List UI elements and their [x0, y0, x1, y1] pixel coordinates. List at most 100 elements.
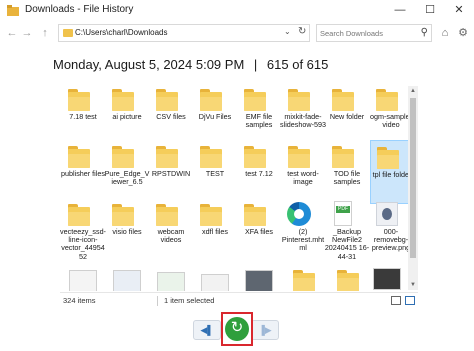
folder-icon: [156, 146, 178, 168]
item-label: _Backup NewFile2 20240415 16-44-31: [324, 227, 370, 261]
item-label: RPSTDWIN: [151, 169, 191, 178]
folder-item[interactable]: 7.18 test: [62, 83, 104, 147]
item-label: CSV files: [156, 112, 186, 121]
folder-icon[interactable]: [293, 270, 315, 291]
thumbnail-image[interactable]: [113, 270, 141, 291]
thumbnail-image[interactable]: [373, 268, 401, 290]
restore-button[interactable]: ↻: [225, 317, 249, 341]
folder-item[interactable]: New folder: [326, 83, 368, 147]
up-arrow-icon[interactable]: ↑: [37, 25, 53, 41]
file-item[interactable]: (2) Pinterest.mhtml: [282, 198, 324, 262]
image-file-icon: [376, 202, 398, 226]
item-label: 7.18 test: [69, 112, 97, 121]
item-label: Pure_Edge_Viewer_6.5: [104, 169, 150, 187]
folder-icon: [68, 89, 90, 111]
snapshot-info: Monday, August 5, 2024 5:09 PM | 615 of …: [53, 57, 328, 72]
folder-item[interactable]: EMF file samples: [238, 83, 280, 147]
folder-icon: [112, 89, 134, 111]
folder-item[interactable]: RPSTDWIN: [150, 140, 192, 204]
item-label: vecteezy_ssd-line-icon-vector_4495452: [60, 227, 106, 261]
title-bar: Downloads - File History — ☐ ✕: [0, 0, 474, 22]
folder-icon: [200, 89, 222, 111]
folder-icon: [288, 146, 310, 168]
back-arrow-icon[interactable]: ←: [4, 25, 20, 41]
refresh-icon[interactable]: ↻: [298, 26, 306, 37]
folder-icon[interactable]: [337, 270, 359, 291]
thumbnail-image[interactable]: [245, 270, 273, 291]
folder-item[interactable]: publisher files: [61, 140, 105, 204]
item-label: DjVu Files: [198, 112, 232, 121]
scroll-up-icon[interactable]: ▲: [408, 86, 418, 96]
folder-icon: [332, 89, 354, 111]
restore-icon: ↻: [230, 319, 244, 336]
item-label: EMF file samples: [245, 112, 273, 130]
restore-highlight: ↻: [221, 312, 253, 346]
maximize-button[interactable]: ☐: [415, 0, 445, 20]
details-view-icon[interactable]: [391, 296, 401, 305]
item-label: publisher files: [61, 169, 105, 178]
folder-item[interactable]: test 7.12: [238, 140, 280, 204]
folder-item[interactable]: TOD file samples: [326, 140, 368, 204]
selection-count: 1 item selected: [164, 296, 215, 305]
folder-icon: [112, 146, 134, 168]
folder-item[interactable]: Pure_Edge_Viewer_6.5: [104, 140, 150, 204]
folder-item[interactable]: TEST: [194, 140, 236, 204]
settings-gear-icon[interactable]: ⚙: [455, 25, 471, 41]
item-label: test word-image: [287, 169, 319, 187]
folder-item[interactable]: webcam videos: [150, 198, 192, 262]
folder-icon: [200, 204, 222, 226]
file-item[interactable]: PDF _Backup NewFile2 20240415 16-44-31: [324, 198, 370, 262]
next-version-button[interactable]: ▐▶: [251, 320, 279, 340]
large-icons-view-icon[interactable]: [405, 296, 415, 305]
item-label: ai picture: [112, 112, 142, 121]
home-icon[interactable]: ⌂: [437, 25, 453, 41]
folder-item[interactable]: visio files: [106, 198, 148, 262]
window-title: Downloads - File History: [25, 4, 134, 15]
pdf-badge: PDF: [336, 206, 350, 213]
folder-item[interactable]: vecteezy_ssd-line-icon-vector_4495452: [60, 198, 106, 262]
previous-version-button[interactable]: ◀▌: [193, 320, 221, 340]
thumbnail-image[interactable]: [69, 270, 97, 291]
scrollbar-thumb[interactable]: [410, 98, 416, 258]
edge-browser-icon: [287, 202, 311, 226]
folder-item[interactable]: xdfl files: [194, 198, 236, 262]
folder-item[interactable]: XFA files: [238, 198, 280, 262]
snapshot-date: Monday, August 5, 2024 5:09 PM: [53, 57, 245, 72]
folder-icon: [332, 146, 354, 168]
pdf-file-icon: PDF: [334, 201, 352, 226]
folder-item[interactable]: CSV files: [150, 83, 192, 147]
file-item[interactable]: 000-removebg-preview.png: [370, 198, 412, 262]
folder-icon: [156, 89, 178, 111]
folder-icon: [200, 146, 222, 168]
folder-item[interactable]: DjVu Files: [194, 83, 236, 147]
file-view[interactable]: 7.18 test ai picture CSV files DjVu File…: [60, 82, 418, 291]
thumbnail-image[interactable]: [201, 274, 229, 291]
close-button[interactable]: ✕: [444, 0, 474, 20]
folder-icon: [377, 147, 399, 169]
item-label: xdfl files: [202, 227, 228, 236]
item-label: webcam videos: [157, 227, 185, 245]
search-icon[interactable]: ⚲: [421, 27, 428, 38]
thumbnail-image[interactable]: [157, 272, 185, 291]
folder-icon: [244, 204, 266, 226]
folder-item[interactable]: mixkit-fade-slideshow-593: [280, 83, 326, 147]
minimize-button[interactable]: —: [385, 0, 415, 20]
scroll-down-icon[interactable]: ▼: [408, 280, 418, 290]
address-row: ← → ↑ C:\Users\charl\Downloads ⌄ ↻ Searc…: [0, 22, 474, 44]
vertical-scrollbar[interactable]: ▲ ▼: [408, 86, 418, 290]
folder-item[interactable]: test word-image: [282, 140, 324, 204]
item-label: XFA files: [245, 227, 273, 236]
folder-item[interactable]: ogm-sample-video: [370, 83, 412, 147]
address-bar[interactable]: C:\Users\charl\Downloads ⌄ ↻: [58, 24, 310, 42]
item-label: TEST: [205, 169, 225, 178]
item-label: test 7.12: [245, 169, 273, 178]
address-path: C:\Users\charl\Downloads: [75, 28, 168, 37]
folder-item-selected[interactable]: tpl file folder: [370, 140, 412, 204]
forward-arrow-icon[interactable]: →: [19, 25, 35, 41]
search-input[interactable]: Search Downloads ⚲: [316, 24, 432, 42]
snapshot-header: Monday, August 5, 2024 5:09 PM | 615 of …: [0, 44, 474, 82]
folder-item[interactable]: ai picture: [106, 83, 148, 147]
item-label: visio files: [112, 227, 142, 236]
chevron-down-icon[interactable]: ⌄: [284, 27, 291, 36]
item-label: (2) Pinterest.mhtml: [281, 227, 325, 253]
